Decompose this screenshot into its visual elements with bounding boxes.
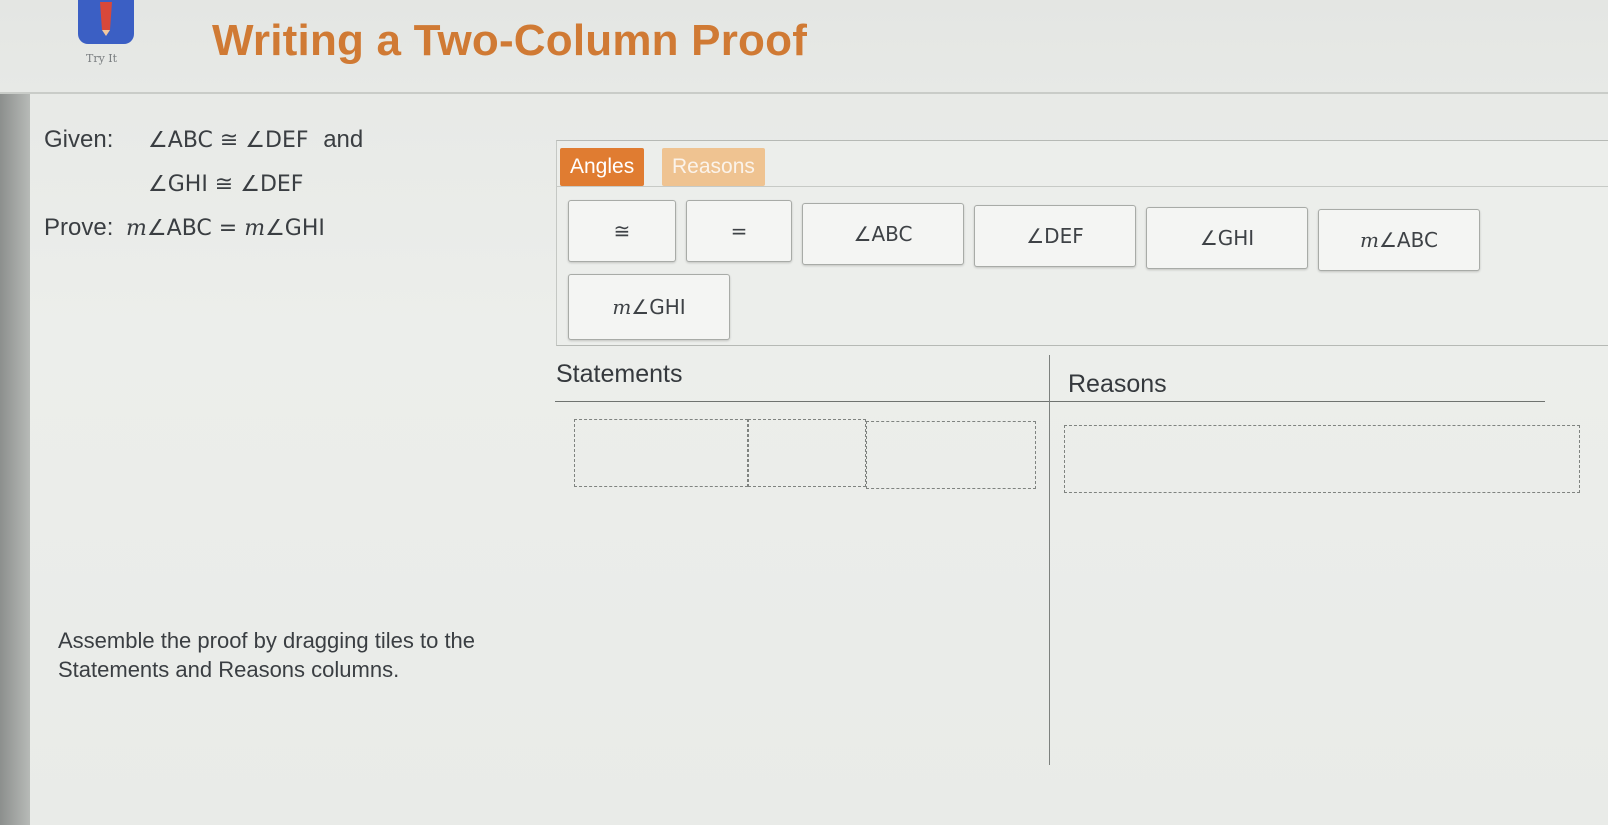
header-rule xyxy=(555,401,1545,402)
tile-measure-abc[interactable]: m ∠ABC xyxy=(1318,209,1480,271)
given-line-1: Given: ∠ABC ≅ ∠DEF and xyxy=(44,126,363,154)
given-label: Given: xyxy=(44,126,114,153)
prove-m-1: m xyxy=(126,216,147,241)
page: Try It Writing a Two-Column Proof Given:… xyxy=(0,0,1608,825)
tile-measure-ghi-label: ∠GHI xyxy=(631,295,686,319)
given-line-2: ∠GHI ≅ ∠DEF xyxy=(148,170,303,198)
try-it-icon xyxy=(78,0,134,44)
tab-reasons[interactable]: Reasons xyxy=(662,148,765,186)
instructions-text: Assemble the proof by dragging tiles to … xyxy=(58,628,476,682)
tile-angle-ghi[interactable]: ∠GHI xyxy=(1146,207,1308,269)
prove-line: Prove: m∠ABC = m∠GHI xyxy=(44,214,325,242)
prove-label: Prove: xyxy=(44,214,114,241)
prove-expr-2: ∠GHI xyxy=(265,216,325,241)
page-title: Writing a Two-Column Proof xyxy=(212,16,808,65)
statements-header: Statements xyxy=(556,360,683,388)
tile-measure-abc-label: ∠ABC xyxy=(1379,228,1438,252)
tile-measure-ghi[interactable]: m ∠GHI xyxy=(568,274,730,340)
reason-dropzone-1[interactable] xyxy=(1064,425,1580,493)
tile-angle-ghi-label: ∠GHI xyxy=(1199,226,1255,250)
tile-equals[interactable]: = xyxy=(686,200,792,262)
given-and: and xyxy=(323,126,364,153)
tile-congruent[interactable]: ≅ xyxy=(568,200,676,262)
tile-angle-abc-label: ∠ABC xyxy=(853,222,913,246)
window-edge xyxy=(0,90,30,825)
tile-measure-ghi-m: m xyxy=(612,295,632,319)
tab-angles[interactable]: Angles xyxy=(560,148,645,186)
prove-m-2: m xyxy=(244,216,266,241)
tile-angle-def[interactable]: ∠DEF xyxy=(974,205,1136,267)
tile-congruent-label: ≅ xyxy=(613,219,631,243)
tile-angle-abc[interactable]: ∠ABC xyxy=(802,203,964,265)
statement-dropzone-1[interactable] xyxy=(574,419,748,487)
tile-angle-def-label: ∠DEF xyxy=(1026,224,1084,248)
statement-dropzone-3[interactable] xyxy=(866,421,1036,489)
prove-statement: m∠ABC = m∠GHI xyxy=(126,216,325,241)
column-divider xyxy=(1049,355,1050,765)
tile-measure-abc-m: m xyxy=(1360,228,1379,252)
reasons-header: Reasons xyxy=(1068,370,1167,398)
tile-equals-label: = xyxy=(730,219,748,243)
given-statement-1: ∠ABC ≅ ∠DEF xyxy=(148,128,309,153)
statement-dropzone-2[interactable] xyxy=(748,419,866,487)
prove-expr-1: ∠ABC = xyxy=(146,216,245,241)
given-statement-2: ∠GHI ≅ ∠DEF xyxy=(148,172,304,197)
header: Try It Writing a Two-Column Proof xyxy=(0,0,1608,94)
try-it-label: Try It xyxy=(86,52,118,65)
